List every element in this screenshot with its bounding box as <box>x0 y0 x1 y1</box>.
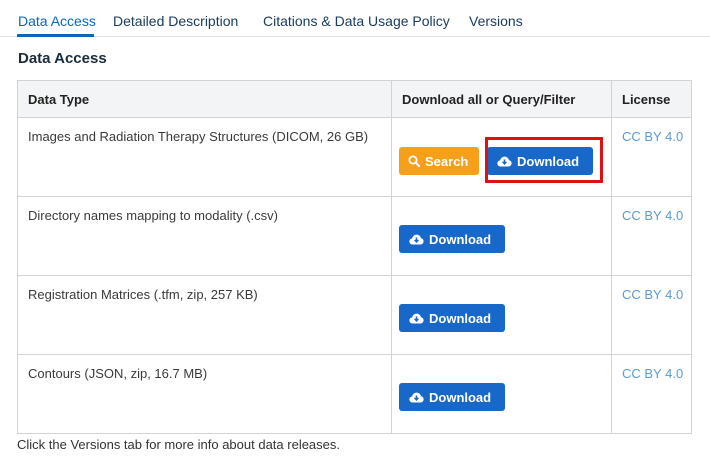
tab-detailed-description[interactable]: Detailed Description <box>113 13 238 29</box>
cloud-download-icon <box>409 392 424 402</box>
header-license: License <box>611 80 692 118</box>
cloud-download-icon <box>497 156 512 166</box>
table-header-row: Data Type Download all or Query/Filter L… <box>17 80 692 118</box>
download-button-label: Download <box>429 310 492 326</box>
tab-data-access[interactable]: Data Access <box>18 13 96 29</box>
download-button-label: Download <box>429 231 492 247</box>
table-row: Contours (JSON, zip, 16.7 MB) Download C… <box>17 354 692 434</box>
table-row: Images and Radiation Therapy Structures … <box>17 117 692 197</box>
data-type-cell: Images and Radiation Therapy Structures … <box>17 117 392 197</box>
action-cell: Download <box>391 196 612 276</box>
license-cell: CC BY 4.0 <box>611 354 692 434</box>
download-button-label: Download <box>517 153 580 169</box>
tab-versions[interactable]: Versions <box>469 13 523 29</box>
data-access-table: Data Type Download all or Query/Filter L… <box>17 80 692 434</box>
action-cell: Download <box>391 354 612 434</box>
data-type-cell: Registration Matrices (.tfm, zip, 257 KB… <box>17 275 392 355</box>
tab-bar: Data Access Detailed Description Citatio… <box>0 0 710 37</box>
header-data-type: Data Type <box>17 80 392 118</box>
section-title: Data Access <box>18 50 107 67</box>
download-button[interactable]: Download <box>399 304 505 332</box>
download-button[interactable]: Download <box>487 147 593 175</box>
license-cell: CC BY 4.0 <box>611 196 692 276</box>
action-cell: Search Download <box>391 117 612 197</box>
license-link[interactable]: CC BY 4.0 <box>622 129 683 144</box>
data-type-cell: Contours (JSON, zip, 16.7 MB) <box>17 354 392 434</box>
active-tab-indicator <box>17 34 94 37</box>
cloud-download-icon <box>409 313 424 323</box>
search-button[interactable]: Search <box>399 147 479 175</box>
cloud-download-icon <box>409 234 424 244</box>
license-cell: CC BY 4.0 <box>611 275 692 355</box>
tab-citations-data-usage-policy[interactable]: Citations & Data Usage Policy <box>263 13 450 29</box>
footer-note: Click the Versions tab for more info abo… <box>17 437 341 452</box>
header-download-query: Download all or Query/Filter <box>391 80 612 118</box>
search-icon <box>408 155 420 167</box>
download-button[interactable]: Download <box>399 225 505 253</box>
license-link[interactable]: CC BY 4.0 <box>622 287 683 302</box>
table-row: Directory names mapping to modality (.cs… <box>17 196 692 276</box>
download-button-label: Download <box>429 389 492 405</box>
table-row: Registration Matrices (.tfm, zip, 257 KB… <box>17 275 692 355</box>
license-link[interactable]: CC BY 4.0 <box>622 366 683 381</box>
download-button[interactable]: Download <box>399 383 505 411</box>
license-cell: CC BY 4.0 <box>611 117 692 197</box>
search-button-label: Search <box>425 153 469 169</box>
data-type-cell: Directory names mapping to modality (.cs… <box>17 196 392 276</box>
license-link[interactable]: CC BY 4.0 <box>622 208 683 223</box>
action-cell: Download <box>391 275 612 355</box>
